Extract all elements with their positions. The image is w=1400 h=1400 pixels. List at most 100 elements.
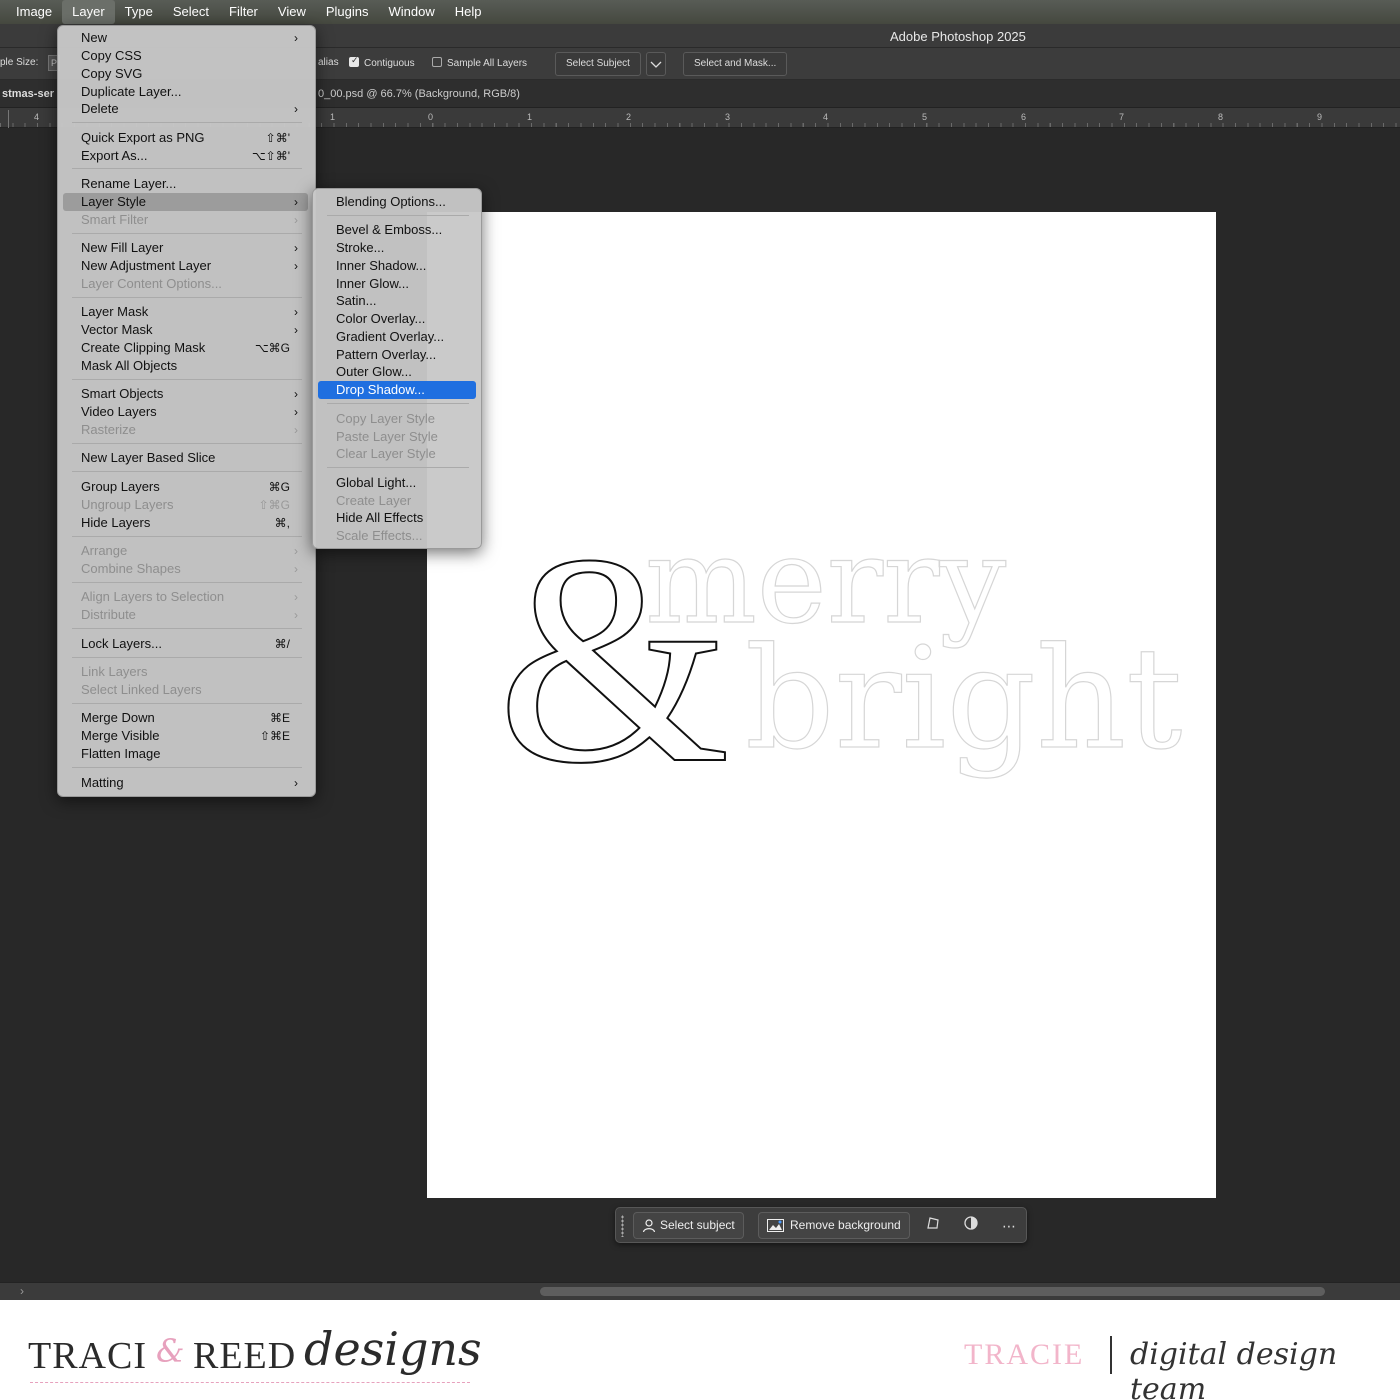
menu-item-inner-shadow[interactable]: Inner Shadow... xyxy=(318,257,476,275)
scrollbar-thumb[interactable] xyxy=(540,1287,1325,1296)
menu-item-outer-glow[interactable]: Outer Glow... xyxy=(318,363,476,381)
menu-item-layer-content-options[interactable]: Layer Content Options... xyxy=(63,275,308,293)
menu-layer[interactable]: Layer xyxy=(62,0,115,24)
menu-item-quick-export-png[interactable]: Quick Export as PNG ⇧⌘' xyxy=(63,129,308,147)
select-and-mask-button[interactable]: Select and Mask... xyxy=(683,52,788,76)
menu-help[interactable]: Help xyxy=(445,0,492,24)
menu-item-label: Create Clipping Mask xyxy=(81,340,206,355)
horizontal-scrollbar[interactable]: › xyxy=(0,1282,1400,1300)
panel-expand-chevron-icon[interactable]: › xyxy=(20,1284,24,1298)
menu-item-link-layers[interactable]: Link Layers xyxy=(63,663,308,681)
menu-item-merge-down[interactable]: Merge Down ⌘E xyxy=(63,709,308,727)
menu-item-label: Inner Glow... xyxy=(336,276,409,291)
taskbar-drag-handle[interactable] xyxy=(621,1215,624,1237)
menu-item-label: Stroke... xyxy=(336,240,385,255)
menu-item-global-light[interactable]: Global Light... xyxy=(318,474,476,492)
menu-item-color-overlay[interactable]: Color Overlay... xyxy=(318,310,476,328)
menu-type[interactable]: Type xyxy=(115,0,163,24)
menu-item-stroke[interactable]: Stroke... xyxy=(318,239,476,257)
menu-item-new-adjustment-layer[interactable]: New Adjustment Layer › xyxy=(63,257,308,275)
contiguous-checkbox[interactable] xyxy=(349,55,359,67)
menu-item-arrange[interactable]: Arrange › xyxy=(63,542,308,560)
menu-item-hide-all-effects[interactable]: Hide All Effects xyxy=(318,509,476,527)
select-subject-dropdown[interactable] xyxy=(646,52,666,76)
document-canvas[interactable]: merry & bright xyxy=(427,212,1216,1198)
adjustment-icon[interactable] xyxy=(960,1215,982,1237)
menu-item-delete[interactable]: Delete › xyxy=(63,100,308,118)
menu-item-new[interactable]: New › xyxy=(63,29,308,47)
menu-item-drop-shadow[interactable]: Drop Shadow... xyxy=(318,381,476,399)
menu-separator xyxy=(72,443,302,444)
menu-item-smart-objects[interactable]: Smart Objects › xyxy=(63,385,308,403)
transform-icon[interactable] xyxy=(922,1215,944,1237)
menu-view[interactable]: View xyxy=(268,0,316,24)
menu-item-rename-layer[interactable]: Rename Layer... xyxy=(63,175,308,193)
menu-item-flatten-image[interactable]: Flatten Image xyxy=(63,745,308,763)
sample-all-checkbox[interactable] xyxy=(432,57,442,67)
menu-item-vector-mask[interactable]: Vector Mask › xyxy=(63,321,308,339)
chevron-right-icon: › xyxy=(294,590,298,604)
menu-item-export-as[interactable]: Export As... ⌥⇧⌘' xyxy=(63,147,308,165)
menu-item-bevel-emboss[interactable]: Bevel & Emboss... xyxy=(318,221,476,239)
menu-item-group-layers[interactable]: Group Layers ⌘G xyxy=(63,478,308,496)
menu-item-merge-visible[interactable]: Merge Visible ⇧⌘E xyxy=(63,727,308,745)
menu-item-mask-all-objects[interactable]: Mask All Objects xyxy=(63,357,308,375)
ruler-label: 9 xyxy=(1317,112,1323,122)
document-tab-title[interactable]: 0_00.psd @ 66.7% (Background, RGB/8) xyxy=(318,88,520,100)
menu-item-combine-shapes[interactable]: Combine Shapes › xyxy=(63,560,308,578)
menu-item-clear-layer-style[interactable]: Clear Layer Style xyxy=(318,445,476,463)
menu-item-paste-layer-style[interactable]: Paste Layer Style xyxy=(318,428,476,446)
remove-background-button[interactable]: Remove background xyxy=(758,1212,910,1239)
contiguous-option[interactable]: Contiguous xyxy=(349,55,415,69)
menu-item-label: Link Layers xyxy=(81,664,148,679)
menu-item-align-layers[interactable]: Align Layers to Selection › xyxy=(63,588,308,606)
menu-item-copy-svg[interactable]: Copy SVG xyxy=(63,65,308,83)
menu-item-select-linked-layers[interactable]: Select Linked Layers xyxy=(63,681,308,699)
menu-plugins[interactable]: Plugins xyxy=(316,0,379,24)
menu-item-copy-layer-style[interactable]: Copy Layer Style xyxy=(318,410,476,428)
sample-all-option[interactable]: Sample All Layers xyxy=(432,57,527,69)
menu-item-distribute[interactable]: Distribute › xyxy=(63,606,308,624)
menu-item-shortcut: ⌘G xyxy=(268,480,290,494)
menu-select[interactable]: Select xyxy=(163,0,219,24)
select-subject-button[interactable]: Select Subject xyxy=(555,52,641,76)
menu-item-layer-mask[interactable]: Layer Mask › xyxy=(63,303,308,321)
traci-reed-designs-logo: TRACI & REED designs xyxy=(28,1318,482,1390)
menu-item-gradient-overlay[interactable]: Gradient Overlay... xyxy=(318,328,476,346)
more-options-icon[interactable]: ⋯ xyxy=(998,1215,1020,1237)
menu-filter[interactable]: Filter xyxy=(219,0,268,24)
menu-item-duplicate-layer[interactable]: Duplicate Layer... xyxy=(63,83,308,101)
menu-item-ungroup-layers[interactable]: Ungroup Layers ⇧⌘G xyxy=(63,496,308,514)
app-title: Adobe Photoshop 2025 xyxy=(890,29,1026,44)
menu-item-lock-layers[interactable]: Lock Layers... ⌘/ xyxy=(63,635,308,653)
menu-item-shortcut: ⇧⌘G xyxy=(258,498,290,512)
menu-item-rasterize[interactable]: Rasterize › xyxy=(63,421,308,439)
menu-item-create-layer[interactable]: Create Layer xyxy=(318,492,476,510)
menu-separator xyxy=(72,379,302,380)
menu-item-blending-options[interactable]: Blending Options... xyxy=(318,193,476,211)
menu-item-label: Delete xyxy=(81,101,119,116)
menu-separator xyxy=(72,233,302,234)
menu-item-matting[interactable]: Matting › xyxy=(63,774,308,792)
menu-item-new-fill-layer[interactable]: New Fill Layer › xyxy=(63,239,308,257)
menu-item-copy-css[interactable]: Copy CSS xyxy=(63,47,308,65)
menu-window[interactable]: Window xyxy=(378,0,444,24)
menu-image[interactable]: Image xyxy=(6,0,62,24)
menu-item-smart-filter[interactable]: Smart Filter › xyxy=(63,211,308,229)
document-tab[interactable]: stmas-ser xyxy=(2,88,54,100)
select-subject-taskbar-button[interactable]: Select subject xyxy=(633,1212,744,1239)
menu-item-new-layer-based-slice[interactable]: New Layer Based Slice xyxy=(63,449,308,467)
menu-item-create-clipping-mask[interactable]: Create Clipping Mask ⌥⌘G xyxy=(63,339,308,357)
menu-item-pattern-overlay[interactable]: Pattern Overlay... xyxy=(318,346,476,364)
menu-item-satin[interactable]: Satin... xyxy=(318,292,476,310)
menu-item-label: Paste Layer Style xyxy=(336,429,438,444)
menu-item-label: Rename Layer... xyxy=(81,176,177,191)
menu-item-label: New Adjustment Layer xyxy=(81,258,212,273)
menu-item-inner-glow[interactable]: Inner Glow... xyxy=(318,275,476,293)
menu-item-scale-effects[interactable]: Scale Effects... xyxy=(318,527,476,545)
menu-item-hide-layers[interactable]: Hide Layers ⌘, xyxy=(63,514,308,532)
menu-item-video-layers[interactable]: Video Layers › xyxy=(63,403,308,421)
menu-item-label: Create Layer xyxy=(336,493,412,508)
menu-item-layer-style[interactable]: Layer Style › xyxy=(63,193,308,211)
menu-item-label: Video Layers xyxy=(81,404,157,419)
